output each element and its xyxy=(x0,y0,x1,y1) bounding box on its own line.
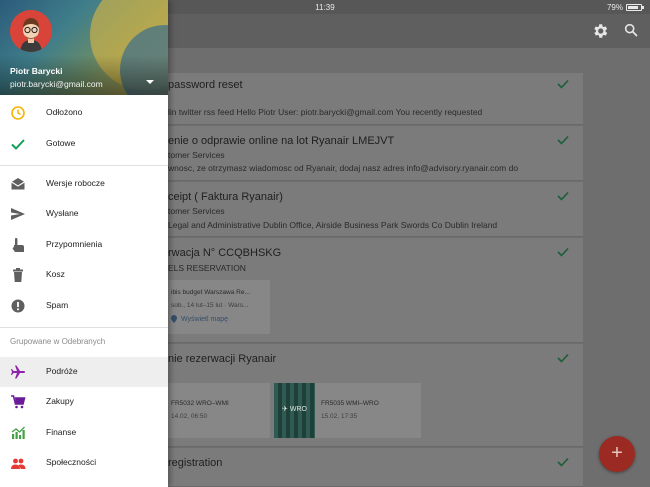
battery-indicator: 79% xyxy=(606,3,644,12)
drawer-header: Piotr Barycki piotr.barycki@gmail.com xyxy=(0,0,168,95)
compose-button[interactable]: + xyxy=(599,436,635,472)
drawer-item-trash[interactable]: Kosz xyxy=(0,260,168,290)
flight-route: FR5032 WRO–WMI xyxy=(171,400,229,407)
drawer-item-drafts[interactable]: Wersje robocze xyxy=(0,169,168,199)
battery-percent: 79% xyxy=(606,3,623,12)
drawer-item-social[interactable]: Społeczności xyxy=(0,448,168,478)
people-icon xyxy=(11,458,26,469)
item-title: nie rezerwacji Ryanair xyxy=(168,353,277,365)
drawer-item-label: Finanse xyxy=(46,427,77,437)
drawer-item-done[interactable]: Gotowe xyxy=(0,129,168,159)
drawer-item-travel[interactable]: Podróże xyxy=(0,357,168,387)
drawer-item-snoozed[interactable]: Odłożono xyxy=(0,98,168,128)
done-check-icon[interactable] xyxy=(557,457,569,467)
drawer-item-label: Podróże xyxy=(46,366,78,376)
account-switcher-arrow-icon[interactable] xyxy=(146,80,154,84)
divider xyxy=(0,165,168,166)
check-icon xyxy=(11,139,25,150)
inbox-item[interactable]: nie rezerwacji Ryanair FR5032 WRO–WMI 14… xyxy=(150,344,583,447)
item-sender: tomer Services xyxy=(168,206,225,216)
drafts-icon xyxy=(11,178,25,190)
section-label: Grupowane w Odebranych xyxy=(10,337,106,346)
drawer-item-reminders[interactable]: Przypomnienia xyxy=(0,230,168,260)
trash-icon xyxy=(13,268,23,282)
item-title: ceipt ( Faktura Ryanair) xyxy=(168,191,283,203)
item-title: registration xyxy=(168,457,223,469)
done-check-icon[interactable] xyxy=(557,135,569,145)
item-sender: ELS RESERVATION xyxy=(168,263,246,273)
spam-icon xyxy=(11,299,25,313)
done-check-icon[interactable] xyxy=(557,79,569,89)
send-icon xyxy=(11,208,25,220)
battery-icon xyxy=(626,4,644,11)
hotel-name: ibis budget Warszawa Re... xyxy=(171,289,250,296)
cart-icon xyxy=(11,395,26,409)
drawer-item-label: Społeczności xyxy=(46,457,97,467)
drawer-item-label: Wysłane xyxy=(46,208,79,218)
done-check-icon[interactable] xyxy=(557,353,569,363)
hotel-tile[interactable]: ibis budget Warszawa Re... sob., 14 lut–… xyxy=(168,280,270,334)
drawer-item-label: Spam xyxy=(46,300,69,310)
item-snippet: lin twitter rss feed Hello Piotr User: p… xyxy=(168,107,483,117)
item-title: password reset xyxy=(168,79,243,91)
destination-photo: ✈ WRO xyxy=(274,383,315,438)
drawer-item-label: Przypomnienia xyxy=(46,239,103,249)
item-title: enie o odprawie online na lot Ryanair LM… xyxy=(168,135,395,147)
drawer-item-label: Odłożono xyxy=(46,107,83,117)
clock-icon xyxy=(11,106,25,120)
drawer-item-label: Kosz xyxy=(46,269,65,279)
map-pin-icon xyxy=(171,315,177,323)
inbox-item[interactable]: registration xyxy=(150,448,583,487)
user-name: Piotr Barycki xyxy=(10,66,63,76)
inbox-item[interactable]: ceipt ( Faktura Ryanair) tomer Services … xyxy=(150,182,583,237)
inbox-item[interactable]: rwacja N° CCQBHSKG ELS RESERVATION ibis … xyxy=(150,238,583,343)
done-check-icon[interactable] xyxy=(557,247,569,257)
hotel-dates: sob., 14 lut–15 lut · Wars... xyxy=(171,302,249,309)
navigation-drawer: Piotr Barycki piotr.barycki@gmail.com Od… xyxy=(0,0,168,487)
avatar[interactable] xyxy=(10,10,52,52)
done-check-icon[interactable] xyxy=(557,191,569,201)
flight-time: 14.02, 06:50 xyxy=(171,413,208,420)
drawer-item-label: Zakupy xyxy=(46,396,74,406)
view-map-label: Wyświetl mapę xyxy=(181,315,229,323)
divider xyxy=(0,327,168,328)
user-email: piotr.barycki@gmail.com xyxy=(10,79,103,89)
search-icon[interactable] xyxy=(623,22,641,40)
drawer-item-shopping[interactable]: Zakupy xyxy=(0,387,168,417)
item-snippet: Legal and Administrative Dublin Office, … xyxy=(168,220,498,230)
drawer-item-spam[interactable]: Spam xyxy=(0,291,168,321)
drawer-item-label: Wersje robocze xyxy=(46,178,105,188)
item-snippet: wnosc, ze otrzymasz wiadomosc od Ryanair… xyxy=(168,163,519,173)
destination-badge: ✈ WRO xyxy=(282,406,307,413)
plane-icon xyxy=(11,365,25,379)
flight-tile[interactable]: FR5032 WRO–WMI 14.02, 06:50 xyxy=(168,383,270,438)
drawer-item-sent[interactable]: Wysłane xyxy=(0,199,168,229)
item-sender: tomer Services xyxy=(168,150,225,160)
inbox-item[interactable]: enie o odprawie online na lot Ryanair LM… xyxy=(150,126,583,181)
inbox-item[interactable]: password reset lin twitter rss feed Hell… xyxy=(150,73,583,125)
gear-icon[interactable] xyxy=(591,22,609,40)
view-map-link[interactable]: Wyświetl mapę xyxy=(171,315,228,323)
finance-icon xyxy=(11,426,25,439)
item-title: rwacja N° CCQBHSKG xyxy=(168,247,282,259)
flight-tile[interactable]: ✈ WRO FR5035 WMI–WRO 15.02, 17:35 xyxy=(274,383,421,438)
reminder-icon xyxy=(12,238,24,252)
flight-route: FR5035 WMI–WRO xyxy=(321,400,379,407)
drawer-item-label: Gotowe xyxy=(46,138,76,148)
flight-time: 15.02, 17:35 xyxy=(321,413,358,420)
drawer-item-finance[interactable]: Finanse xyxy=(0,418,168,448)
